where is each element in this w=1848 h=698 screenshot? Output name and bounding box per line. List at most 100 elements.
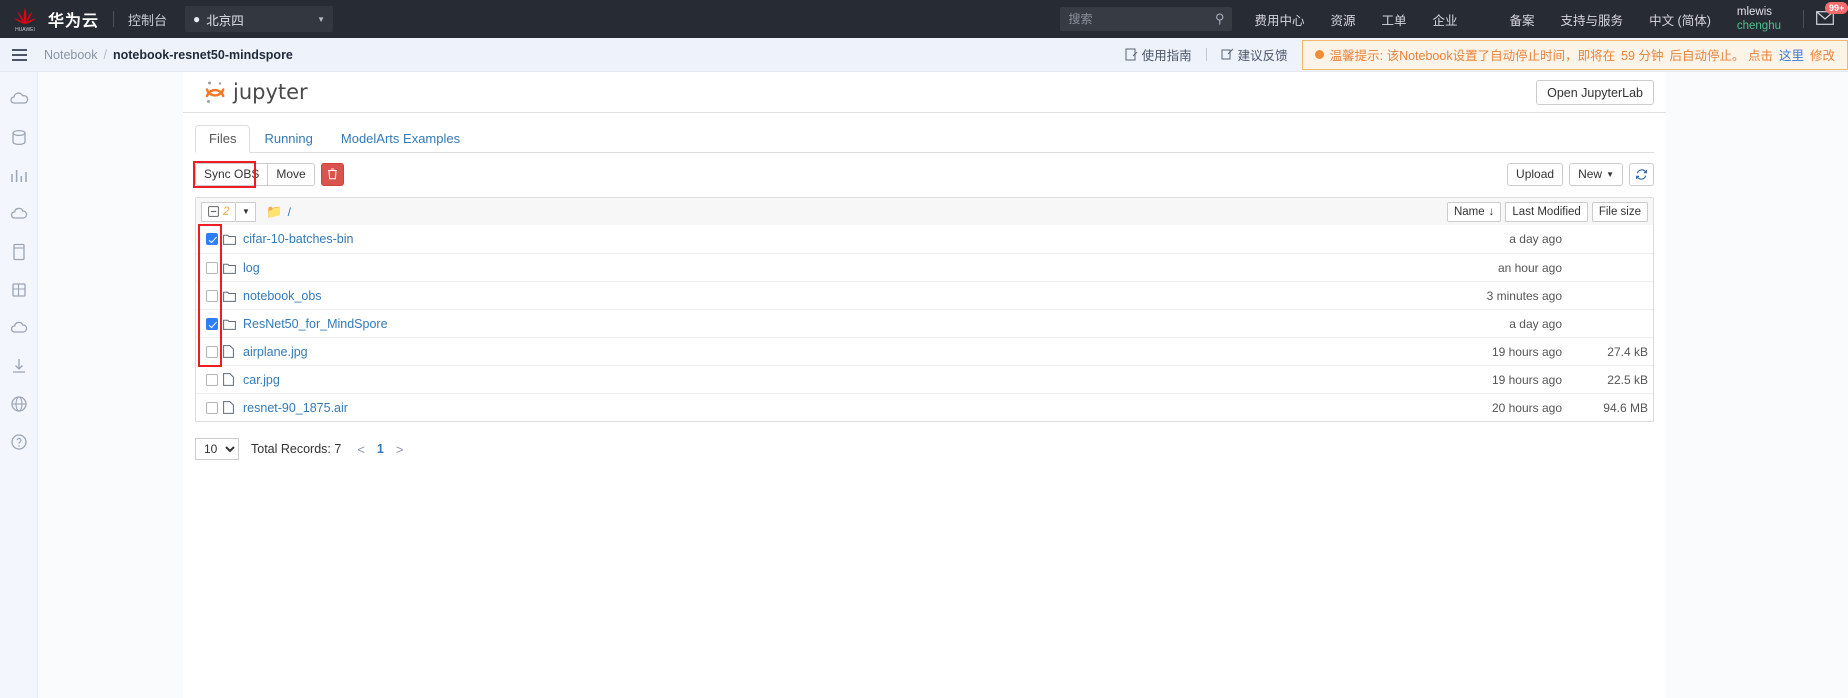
- file-name[interactable]: cifar-10-batches-bin: [243, 232, 353, 246]
- row-checkbox[interactable]: [206, 261, 218, 274]
- user-guide-link[interactable]: 使用指南: [1125, 45, 1192, 64]
- message-center[interactable]: 99+: [1816, 1, 1848, 28]
- prev-page-button[interactable]: <: [357, 442, 365, 457]
- global-search[interactable]: ⚲: [1060, 7, 1233, 31]
- cloud-icon[interactable]: [9, 204, 29, 224]
- nav-item-tickets[interactable]: 工单: [1382, 10, 1407, 29]
- folder-icon: [223, 318, 243, 330]
- row-checkbox-cell[interactable]: [201, 401, 223, 414]
- nav-item-icp[interactable]: 备案: [1510, 10, 1535, 29]
- row-checkbox[interactable]: [206, 233, 218, 245]
- sync-obs-button[interactable]: Sync OBS: [195, 162, 269, 186]
- help-icon[interactable]: [9, 432, 29, 452]
- page-size-select[interactable]: 10: [195, 438, 239, 460]
- console-link[interactable]: 控制台: [128, 10, 167, 29]
- path-breadcrumb: 📁 /: [266, 204, 291, 220]
- analytics-icon[interactable]: [9, 166, 29, 186]
- search-icon[interactable]: ⚲: [1215, 11, 1225, 27]
- breadcrumb-separator: /: [103, 47, 107, 62]
- jupyter-content: Files Running ModelArts Examples Sync OB…: [183, 113, 1666, 460]
- file-name[interactable]: log: [243, 261, 260, 275]
- refresh-button[interactable]: [1629, 162, 1654, 186]
- nav-item-resources[interactable]: 资源: [1330, 10, 1355, 29]
- region-selector[interactable]: ● 北京四 ▼: [185, 6, 334, 32]
- file-name[interactable]: resnet-90_1875.air: [243, 401, 348, 415]
- table-row[interactable]: ResNet50_for_MindSpore a day ago: [196, 309, 1653, 337]
- file-name[interactable]: notebook_obs: [243, 289, 322, 303]
- feedback-link[interactable]: 建议反馈: [1221, 45, 1288, 64]
- cloud-service-icon[interactable]: [9, 90, 29, 110]
- sort-by-name-button[interactable]: Name ↓: [1446, 201, 1502, 222]
- row-checkbox-cell[interactable]: [201, 289, 223, 302]
- tab-modelarts-examples[interactable]: ModelArts Examples: [327, 125, 474, 153]
- new-button[interactable]: New ▼: [1569, 162, 1623, 186]
- row-checkbox-cell[interactable]: [201, 345, 223, 358]
- data-icon[interactable]: [9, 128, 29, 148]
- deploy-icon[interactable]: [9, 356, 29, 376]
- row-checkbox-cell[interactable]: [201, 373, 223, 386]
- layers-icon[interactable]: [9, 280, 29, 300]
- menu-toggle-button[interactable]: [0, 48, 38, 61]
- warning-modify-link[interactable]: 这里: [1779, 45, 1804, 64]
- file-name[interactable]: airplane.jpg: [243, 345, 308, 359]
- search-input[interactable]: [1068, 12, 1215, 26]
- file-name[interactable]: car.jpg: [243, 373, 280, 387]
- next-page-button[interactable]: >: [396, 442, 404, 457]
- pagination: 10 Total Records: 7 < 1 >: [195, 438, 1654, 460]
- row-checkbox[interactable]: [206, 401, 218, 414]
- current-path[interactable]: /: [288, 205, 291, 219]
- row-checkbox[interactable]: [206, 317, 218, 330]
- delete-button[interactable]: [320, 162, 344, 186]
- file-modified: an hour ago: [1497, 260, 1562, 275]
- auto-stop-warning-banner: 温馨提示: 该Notebook设置了自动停止时间，即将在 59 分钟 后自动停止…: [1301, 39, 1848, 70]
- jupyter-wordmark: jupyter: [233, 80, 308, 104]
- file-name[interactable]: ResNet50_for_MindSpore: [243, 317, 388, 331]
- total-records-label: Total Records: 7: [251, 442, 342, 456]
- open-jupyterlab-button[interactable]: Open JupyterLab: [1536, 80, 1654, 105]
- file-list: cifar-10-batches-bin a day ago log an ho…: [195, 224, 1654, 422]
- file-modified: 19 hours ago: [1491, 372, 1562, 387]
- sort-by-size-button[interactable]: File size: [1591, 201, 1648, 222]
- row-checkbox[interactable]: [206, 289, 218, 302]
- user-name: mlewis: [1736, 5, 1773, 18]
- file-toolbar: Sync OBS Move Upload New ▼: [193, 156, 1654, 192]
- table-row[interactable]: car.jpg 19 hours ago 22.5 kB: [196, 365, 1653, 393]
- move-button[interactable]: Move: [267, 162, 315, 186]
- jupyter-logo[interactable]: jupyter: [204, 79, 308, 105]
- row-checkbox-cell[interactable]: [201, 233, 223, 245]
- nav-item-support[interactable]: 支持与服务: [1561, 10, 1624, 29]
- row-checkbox-cell[interactable]: [201, 317, 223, 330]
- table-row[interactable]: notebook_obs 3 minutes ago: [196, 281, 1653, 309]
- sort-by-modified-button[interactable]: Last Modified: [1505, 201, 1588, 222]
- page-number-1[interactable]: 1: [377, 442, 384, 456]
- row-checkbox-cell[interactable]: [201, 261, 223, 274]
- tab-running[interactable]: Running: [250, 125, 326, 153]
- breadcrumb-bar: Notebook / notebook-resnet50-mindspore 使…: [0, 38, 1848, 72]
- tab-files[interactable]: Files: [195, 125, 251, 153]
- row-checkbox[interactable]: [206, 373, 218, 386]
- row-checkbox[interactable]: [206, 345, 218, 358]
- table-row[interactable]: resnet-90_1875.air 20 hours ago 94.6 MB: [196, 393, 1653, 421]
- select-dropdown-caret[interactable]: ▼: [236, 201, 257, 222]
- table-row[interactable]: log an hour ago: [196, 253, 1653, 281]
- cloud-upload-icon[interactable]: [9, 318, 29, 338]
- nav-item-language[interactable]: 中文 (简体): [1649, 10, 1711, 29]
- file-icon: [223, 401, 243, 414]
- upload-button[interactable]: Upload: [1507, 162, 1564, 186]
- page-body: jupyter Open JupyterLab Files Running Mo…: [0, 72, 1848, 698]
- table-row[interactable]: airplane.jpg 19 hours ago 27.4 kB: [196, 337, 1653, 365]
- warning-minutes: 59 分钟: [1621, 49, 1664, 63]
- nav-item-billing[interactable]: 费用中心: [1254, 10, 1304, 29]
- jupyter-logo-icon: [205, 81, 225, 103]
- top-navigation-bar: HUAWEI 华为云 控制台 ● 北京四 ▼ ⚲ 费用中心 资源 工单 企业 备…: [0, 0, 1848, 38]
- file-size: 94.6 MB: [1603, 400, 1648, 415]
- select-all-checkbox-button[interactable]: 2: [201, 201, 237, 222]
- notebook-icon[interactable]: [9, 242, 29, 262]
- nav-item-enterprise[interactable]: 企业: [1433, 10, 1458, 29]
- user-account[interactable]: mlewis chenghu: [1737, 5, 1781, 34]
- breadcrumb-current: notebook-resnet50-mindspore: [113, 47, 293, 62]
- breadcrumb-notebook[interactable]: Notebook: [44, 48, 98, 62]
- globe-icon[interactable]: [9, 394, 29, 414]
- table-row[interactable]: cifar-10-batches-bin a day ago: [196, 225, 1653, 253]
- huawei-logo[interactable]: HUAWEI 华为云: [0, 6, 99, 32]
